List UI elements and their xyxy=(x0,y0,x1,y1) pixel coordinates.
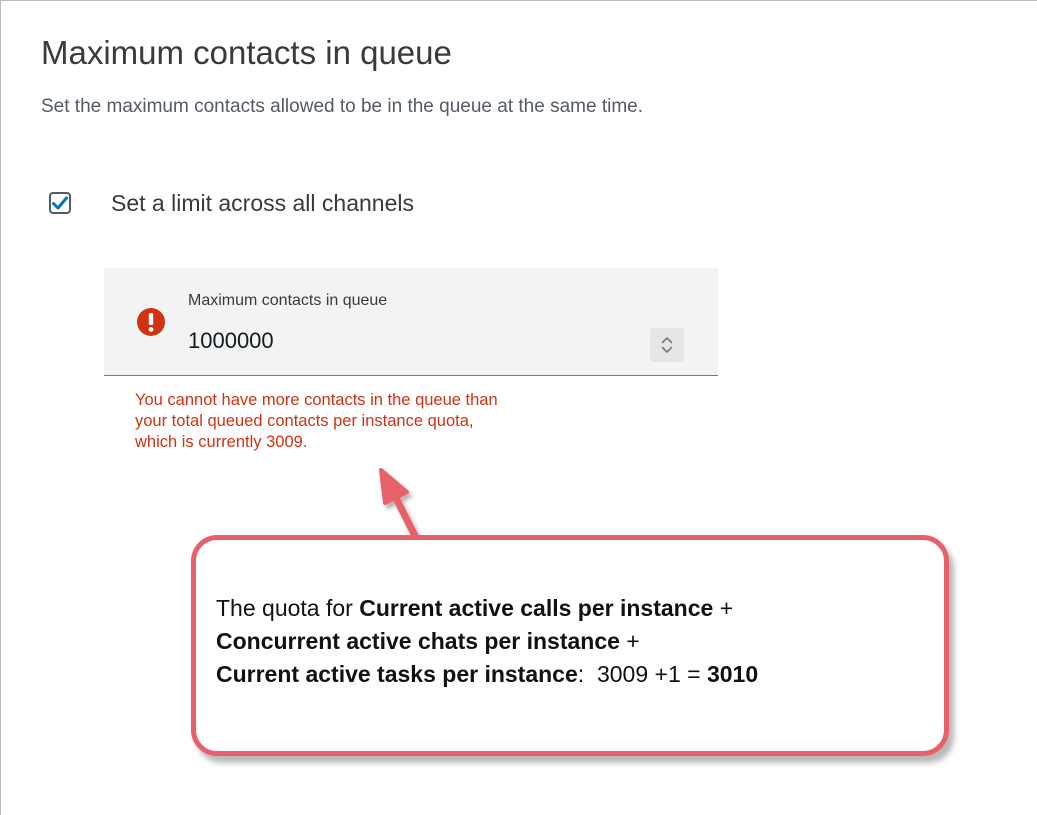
callout-line: Current active tasks per instance: 3009 … xyxy=(216,658,758,691)
quota-callout: The quota for Current active calls per i… xyxy=(191,535,949,756)
chevron-up-down-icon xyxy=(661,337,673,353)
callout-line: Concurrent active chats per instance + xyxy=(216,625,758,658)
callout-prefix: The quota for xyxy=(216,595,360,621)
max-contacts-field-label: Maximum contacts in queue xyxy=(188,292,388,309)
limit-all-channels-label: Set a limit across all channels xyxy=(111,189,414,216)
max-contacts-stepper[interactable] xyxy=(650,328,684,362)
callout-colon: : xyxy=(577,661,585,687)
callout-line: The quota for Current active calls per i… xyxy=(216,592,758,625)
callout-plus: + xyxy=(713,595,734,621)
error-line: You cannot have more contacts in the que… xyxy=(135,391,498,409)
exclamation-circle-icon xyxy=(137,308,165,336)
max-contacts-error-message: You cannot have more contacts in the que… xyxy=(135,390,695,453)
callout-term-tasks: Current active tasks per instance xyxy=(216,661,578,687)
check-icon xyxy=(52,196,68,210)
limit-all-channels-checkbox[interactable] xyxy=(49,192,71,214)
error-line: which is currently 3009. xyxy=(135,433,308,451)
callout-result: 3010 xyxy=(706,661,759,687)
callout-term-calls: Current active calls per instance xyxy=(359,595,714,621)
section-title: Maximum contacts in queue xyxy=(41,34,452,71)
callout-term-chats: Concurrent active chats per instance xyxy=(216,628,620,654)
callout-plus: + xyxy=(619,628,640,654)
queue-settings-panel: Maximum contacts in queue Set the maximu… xyxy=(0,0,1037,815)
max-contacts-field[interactable]: Maximum contacts in queue 1000000 xyxy=(104,268,718,376)
quota-callout-text: The quota for Current active calls per i… xyxy=(216,592,758,691)
section-description: Set the maximum contacts allowed to be i… xyxy=(41,96,643,117)
callout-equation: 3009 +1 = xyxy=(596,661,707,687)
max-contacts-input[interactable]: 1000000 xyxy=(188,328,274,354)
error-line: your total queued contacts per instance … xyxy=(135,412,474,430)
limit-all-channels-checkbox-row[interactable]: Set a limit across all channels xyxy=(49,187,414,219)
